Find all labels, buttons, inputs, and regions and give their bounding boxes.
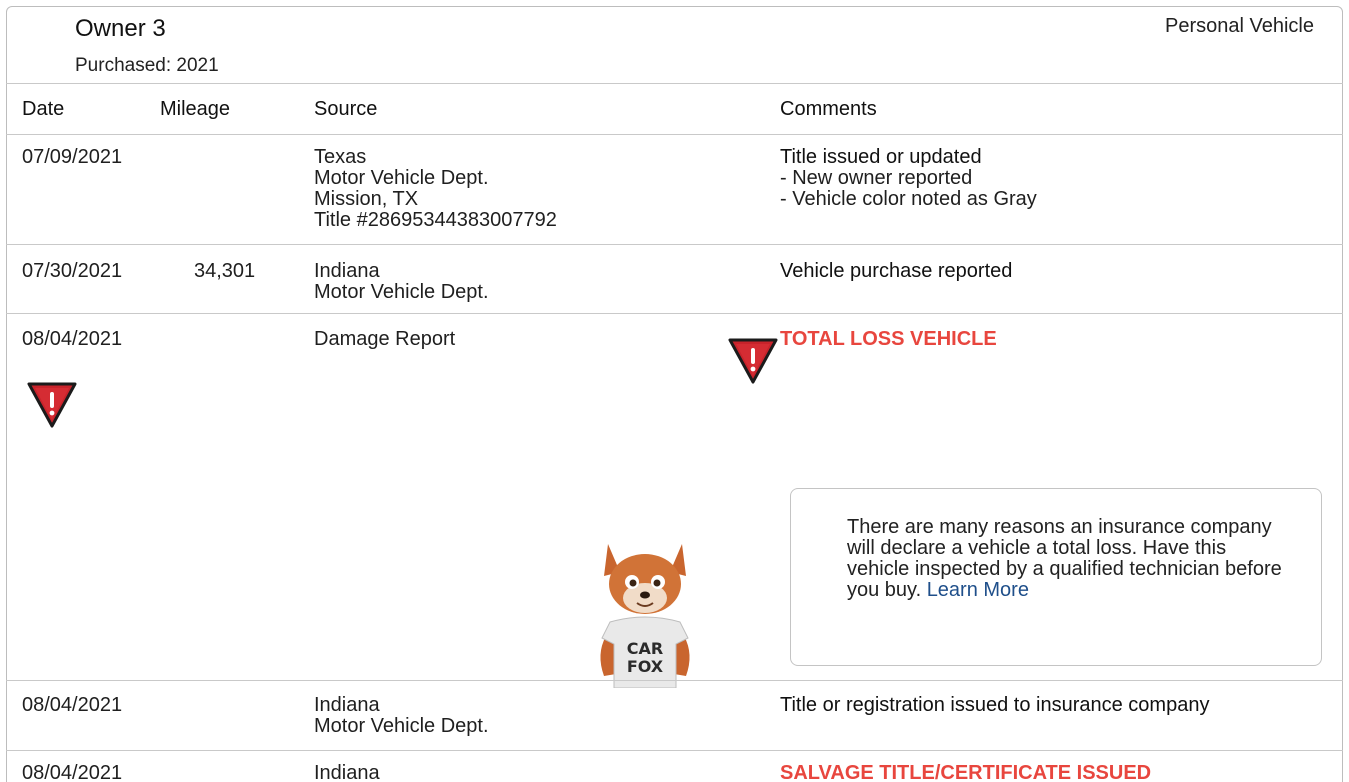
total-loss-info-box: There are many reasons an insurance comp… [790,488,1322,666]
row-comments: Title issued or updated - New owner repo… [780,146,1037,210]
row-date: 08/04/2021 [22,328,123,350]
row-date: 07/09/2021 [22,146,123,168]
divider [6,750,1343,751]
purchased-year: Purchased: 2021 [75,55,219,76]
vehicle-type: Personal Vehicle [1165,15,1314,37]
warning-triangle-icon [728,338,778,384]
divider [6,134,1343,135]
learn-more-link[interactable]: Learn More [927,580,1029,601]
warning-triangle-icon [27,382,77,428]
carfox-mascot-image: CAR FOX [600,544,690,688]
shirt-text-fox: FOX [627,657,664,676]
row-source: Indiana Motor Vehicle Dept. [314,694,489,737]
info-text: There are many reasons an insurance comp… [847,516,1282,601]
header-comments: Comments [780,98,877,120]
row-date: 08/04/2021 [22,762,123,782]
header-mileage: Mileage [160,98,231,120]
row-source: Indiana Motor Vehicle Dept. [314,260,489,303]
divider [6,83,1343,84]
row-mileage: 34,301 [194,260,256,282]
row-date: 08/04/2021 [22,694,123,716]
divider [6,680,1343,681]
row-source: Texas Motor Vehicle Dept. Mission, TX Ti… [314,146,557,231]
row-source: Indiana [314,762,380,782]
row-date: 07/30/2021 [22,260,123,282]
row-source: Damage Report [314,328,456,350]
total-loss-alert: TOTAL LOSS VEHICLE [780,328,997,350]
shirt-text-car: CAR [627,639,663,658]
header-source: Source [314,98,378,120]
divider [6,244,1343,245]
comment-title: Vehicle purchase reported [780,260,1013,282]
salvage-title-alert: SALVAGE TITLE/CERTIFICATE ISSUED [780,762,1152,782]
divider [6,313,1343,314]
owner-title: Owner 3 [75,15,166,42]
comment-title: Title or registration issued to insuranc… [780,694,1210,716]
header-date: Date [22,98,65,120]
comment-title: Title issued or updated [780,146,982,168]
